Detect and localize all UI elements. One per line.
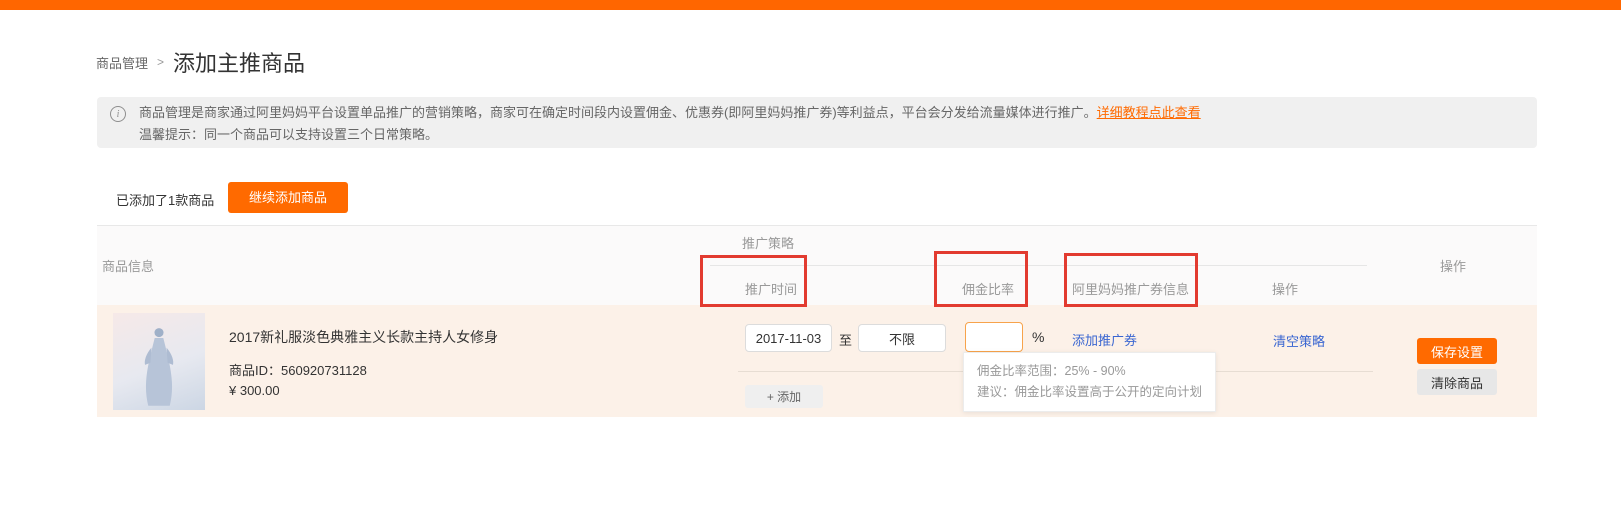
product-row: 2017新礼服淡色典雅主义长款主持人女修身 商品ID：560920731128 …	[97, 305, 1537, 417]
notice-text: 商品管理是商家通过阿里妈妈平台设置单品推广的营销策略，商家可在确定时间段内设置佣…	[139, 102, 1201, 146]
top-accent-bar	[0, 0, 1621, 10]
start-date-input[interactable]	[745, 324, 832, 352]
breadcrumb: 商品管理 > 添加主推商品	[96, 46, 305, 78]
info-icon: i	[110, 106, 126, 122]
notice-line2: 温馨提示：同一个商品可以支持设置三个日常策略。	[139, 124, 1201, 146]
remove-product-button[interactable]: 清除商品	[1417, 369, 1497, 395]
end-date-input[interactable]	[858, 324, 946, 352]
date-range-to-label: 至	[839, 330, 852, 349]
notice-box: i 商品管理是商家通过阿里妈妈平台设置单品推广的营销策略，商家可在确定时间段内设…	[97, 97, 1537, 148]
continue-add-button[interactable]: 继续添加商品	[228, 182, 348, 213]
added-count-text: 已添加了1款商品	[116, 190, 214, 209]
breadcrumb-parent-link[interactable]: 商品管理	[96, 53, 148, 72]
strategy-group-divider	[710, 265, 1367, 266]
product-price: ¥ 300.00	[229, 383, 280, 398]
column-header-action: 操作	[1440, 256, 1466, 275]
product-title: 2017新礼服淡色典雅主义长款主持人女修身	[229, 327, 498, 347]
breadcrumb-separator: >	[157, 55, 164, 69]
tooltip-line2: 建议：佣金比率设置高于公开的定向计划	[977, 382, 1202, 403]
tutorial-link[interactable]: 详细教程点此查看	[1097, 105, 1201, 120]
notice-line1: 商品管理是商家通过阿里妈妈平台设置单品推广的营销策略，商家可在确定时间段内设置佣…	[139, 102, 1201, 124]
column-header-commission-rate: 佣金比率	[962, 279, 1014, 298]
clear-strategy-link[interactable]: 清空策略	[1273, 331, 1325, 350]
percent-label: %	[1032, 329, 1044, 345]
page-title: 添加主推商品	[173, 46, 305, 78]
tooltip-line1: 佣金比率范围：25% - 90%	[977, 361, 1202, 382]
add-coupon-link[interactable]: 添加推广券	[1072, 330, 1137, 349]
column-header-product-info: 商品信息	[102, 256, 154, 275]
column-header-inner-action: 操作	[1272, 279, 1298, 298]
column-header-strategy-group: 推广策略	[742, 233, 794, 252]
commission-rate-input[interactable]	[965, 322, 1023, 352]
commission-rate-tooltip: 佣金比率范围：25% - 90% 建议：佣金比率设置高于公开的定向计划	[963, 352, 1216, 412]
column-header-coupon-info: 阿里妈妈推广券信息	[1072, 279, 1189, 298]
product-id: 商品ID：560920731128	[229, 360, 367, 379]
save-settings-button[interactable]: 保存设置	[1417, 338, 1497, 364]
page: 商品管理 > 添加主推商品 i 商品管理是商家通过阿里妈妈平台设置单品推广的营销…	[0, 0, 1621, 524]
add-strategy-button[interactable]: + 添加	[745, 385, 823, 408]
dress-figure-icon	[137, 324, 181, 410]
product-image	[113, 313, 205, 410]
column-header-promo-time: 推广时间	[745, 279, 797, 298]
